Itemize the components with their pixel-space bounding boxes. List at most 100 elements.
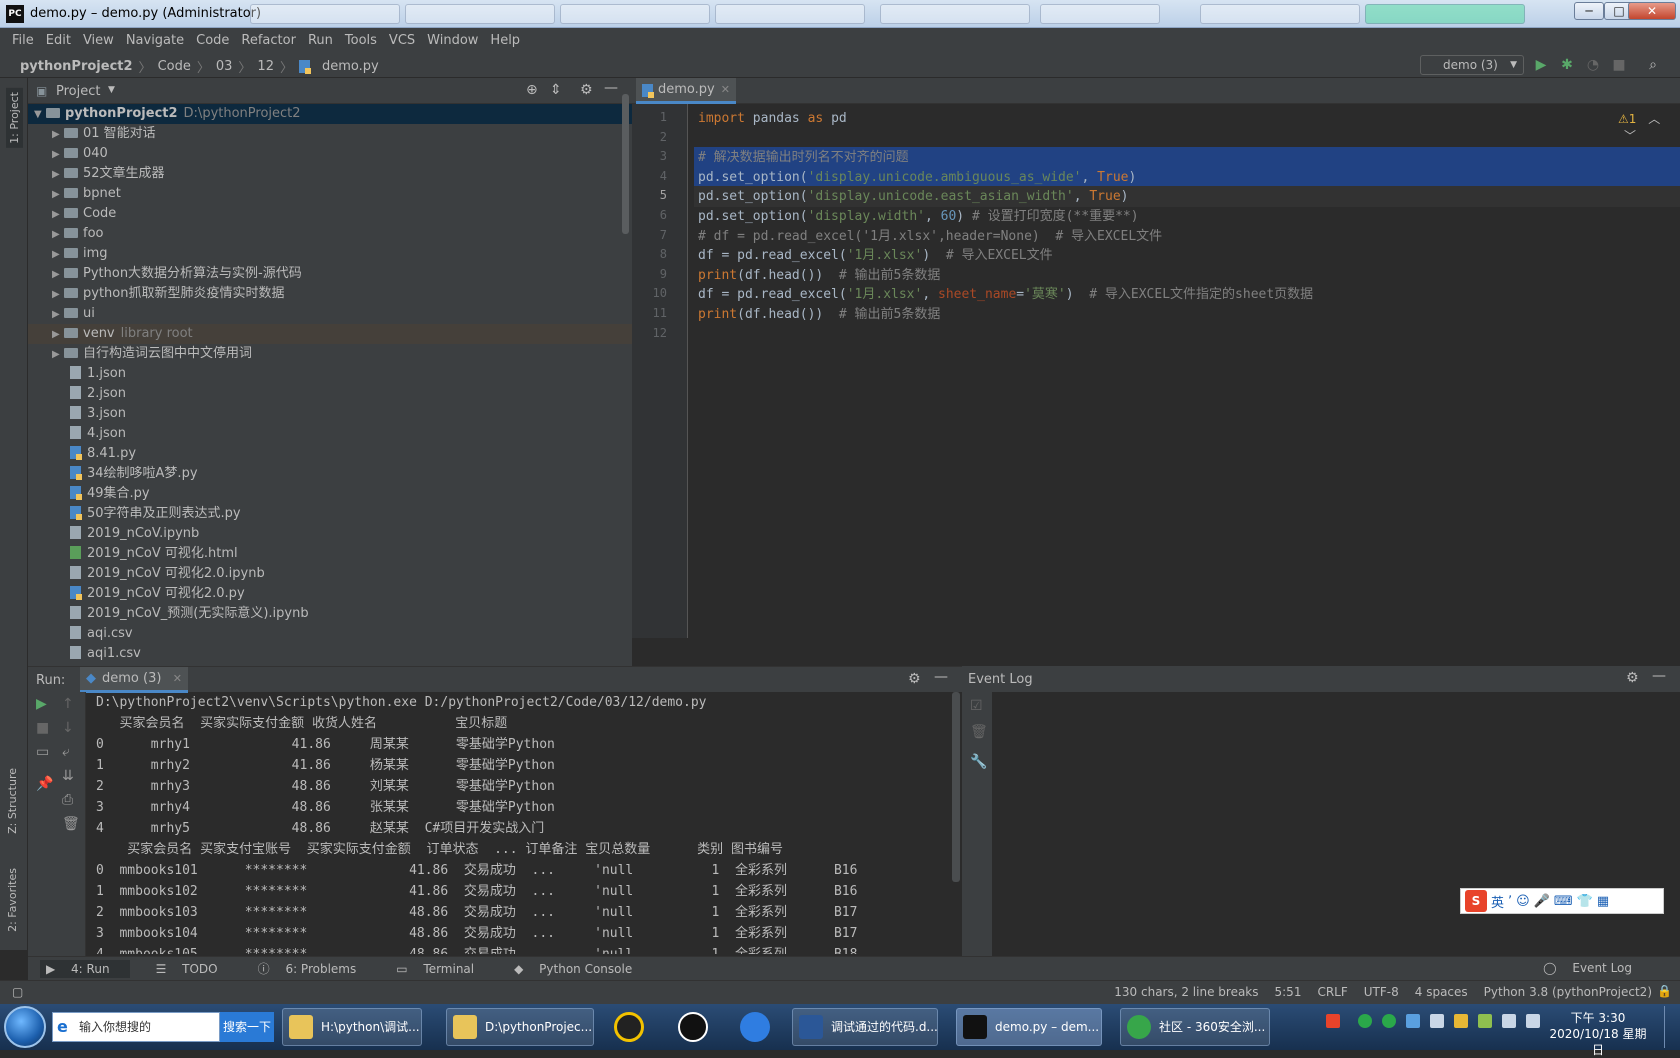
tree-root[interactable]: ▼ pythonProject2 D:\pythonProject2	[28, 104, 632, 124]
tree-file[interactable]: 2019_nCoV.ipynb	[28, 524, 632, 544]
tray-volume-icon[interactable]	[1430, 1014, 1444, 1028]
collapse-all-icon[interactable]: ⇕	[550, 82, 562, 98]
wrench-icon[interactable]: 🔧	[970, 754, 987, 770]
tray-360-icon[interactable]	[1382, 1014, 1396, 1028]
tree-folder[interactable]: ▶ ui	[28, 304, 632, 324]
gear-icon[interactable]: ⚙	[1626, 670, 1639, 686]
taskbar-search-input[interactable]: e 输入你想搜的	[52, 1012, 220, 1042]
mark-read-icon[interactable]: ☑	[970, 698, 983, 714]
hide-panel-icon[interactable]: —	[934, 669, 948, 685]
hide-panel-icon[interactable]: —	[1652, 668, 1666, 684]
tree-folder[interactable]: ▶ 01 智能对话	[28, 124, 632, 144]
taskbar-item-browser[interactable]: 社区 - 360安全浏...	[1120, 1008, 1270, 1046]
tree-folder[interactable]: ▶ foo	[28, 224, 632, 244]
tree-folder[interactable]: ▶ Code	[28, 204, 632, 224]
ime-skin-icon[interactable]: 👕	[1577, 894, 1593, 909]
code-line[interactable]	[694, 128, 1680, 149]
baidu-netdisk-icon[interactable]	[740, 1012, 770, 1042]
code-line[interactable]: # 解决数据输出时列名不对齐的问题	[694, 147, 1680, 169]
chevron-down-icon[interactable]: ﹀	[1624, 129, 1636, 143]
tree-folder-venv[interactable]: ▶ venv library root	[28, 324, 632, 344]
menu-tools[interactable]: Tools	[339, 33, 383, 48]
taskbar-item-pycharm[interactable]: demo.py – dem...	[956, 1008, 1102, 1046]
status-caret-position[interactable]: 5:51	[1275, 985, 1302, 999]
scroll-down-icon[interactable]: ↓	[62, 720, 74, 736]
tree-folder[interactable]: ▶ bpnet	[28, 184, 632, 204]
search-icon[interactable]: ⌕	[1644, 56, 1662, 74]
menu-view[interactable]: View	[77, 33, 120, 48]
ime-emoji-icon[interactable]: ☺	[1516, 894, 1530, 909]
code-line[interactable]: df = pd.read_excel('1月.xlsx', sheet_name…	[694, 284, 1680, 305]
tray-network-icon[interactable]	[1406, 1014, 1420, 1028]
breadcrumb-item[interactable]: 12	[257, 59, 274, 74]
code-line[interactable]: pd.set_option('display.unicode.east_asia…	[694, 186, 1680, 208]
ime-keyboard-icon[interactable]: ⌨	[1554, 894, 1573, 909]
menu-run[interactable]: Run	[302, 33, 339, 48]
code-line[interactable]: pd.set_option('display.unicode.ambiguous…	[694, 166, 1680, 188]
status-indent[interactable]: 4 spaces	[1415, 985, 1468, 999]
hide-panel-icon[interactable]: —	[604, 80, 618, 96]
status-interpreter[interactable]: Python 3.8 (pythonProject2)	[1484, 985, 1652, 999]
tray-security-icon[interactable]	[1454, 1014, 1468, 1028]
breadcrumb-file[interactable]: demo.py	[322, 59, 379, 74]
tree-file[interactable]: 3.json	[28, 404, 632, 424]
menu-file[interactable]: File	[6, 33, 40, 48]
project-scrollbar[interactable]	[622, 94, 629, 234]
taskbar-search-button[interactable]: 搜索一下	[220, 1012, 274, 1042]
code-line[interactable]: pd.set_option('display.width', 60) # 设置打…	[694, 206, 1680, 227]
code-line[interactable]	[694, 324, 1680, 345]
gear-icon[interactable]: ⚙	[580, 82, 593, 98]
scroll-to-end-icon[interactable]: ⇊	[62, 768, 74, 784]
trash-icon[interactable]: 🗑	[62, 816, 80, 832]
tree-folder[interactable]: ▶ 52文章生成器	[28, 164, 632, 184]
tree-folder[interactable]: ▶ 自行构造词云图中中文停用词	[28, 344, 632, 364]
close-tab-icon[interactable]: ✕	[173, 667, 182, 691]
tab-demo-py[interactable]: demo.py ✕	[636, 78, 736, 104]
tab-todo[interactable]: ☰ TODO	[156, 962, 232, 976]
debug-icon[interactable]: ✱	[1558, 56, 1576, 74]
tree-file[interactable]: 2019_nCoV 可视化2.0.ipynb	[28, 564, 632, 584]
menu-window[interactable]: Window	[421, 33, 484, 48]
qq-icon[interactable]	[678, 1012, 708, 1042]
code-line[interactable]: import pandas as pd	[694, 108, 1680, 129]
menu-vcs[interactable]: VCS	[383, 33, 421, 48]
code-line[interactable]: df = pd.read_excel('1月.xlsx') # 导入EXCEL文…	[694, 245, 1680, 266]
tree-file[interactable]: 4.json	[28, 424, 632, 444]
ime-language[interactable]: 英	[1491, 892, 1504, 911]
chevron-up-icon[interactable]: ︿	[1648, 112, 1660, 126]
run-configuration-select[interactable]: demo (3) ▼	[1420, 55, 1524, 75]
app-icon-circle[interactable]	[614, 1012, 644, 1042]
show-desktop-button[interactable]	[1664, 1006, 1678, 1048]
print-icon[interactable]: ⎙	[62, 792, 73, 808]
tab-problems[interactable]: ⓘ 6: Problems	[258, 960, 371, 977]
run-tab[interactable]: ◆ demo (3) ✕	[80, 667, 188, 693]
tree-file[interactable]: aqi1.csv	[28, 644, 632, 664]
code-line[interactable]: print(df.head()) # 输出前5条数据	[694, 304, 1680, 325]
lock-icon[interactable]: 🔒	[1657, 984, 1672, 998]
tray-device-icon[interactable]	[1502, 1014, 1516, 1028]
tab-event-log[interactable]: ◯ Event Log	[1543, 961, 1646, 975]
tree-file[interactable]: aqi.csv	[28, 624, 632, 644]
code-line[interactable]: # df = pd.read_excel('1月.xlsx',header=No…	[694, 226, 1680, 247]
tree-folder[interactable]: ▶ Python大数据分析算法与实例-源代码	[28, 264, 632, 284]
close-button[interactable]: ✕	[1628, 2, 1676, 20]
coverage-icon[interactable]: ◔	[1584, 56, 1602, 74]
tree-file[interactable]: 2019_nCoV_预测(无实际意义).ipynb	[28, 604, 632, 624]
tray-ime-icon[interactable]	[1326, 1014, 1340, 1028]
close-tab-icon[interactable]: ✕	[721, 78, 730, 102]
toggle-tool-windows-icon[interactable]: ▢	[12, 985, 23, 999]
tab-python-console[interactable]: ◆ Python Console	[514, 962, 646, 976]
tab-run[interactable]: ▶ 4: Run	[40, 959, 130, 978]
console-scrollbar[interactable]	[952, 692, 960, 882]
scroll-up-icon[interactable]: ↑	[62, 696, 74, 712]
tree-folder[interactable]: ▶ python抓取新型肺炎疫情实时数据	[28, 284, 632, 304]
layout-icon[interactable]: ▭	[36, 744, 49, 760]
taskbar-clock[interactable]: 下午 3:30 2020/10/18 星期日	[1548, 1010, 1648, 1058]
stop-icon[interactable]: ■	[36, 720, 49, 736]
breadcrumb-project[interactable]: pythonProject2	[20, 59, 133, 74]
breadcrumb-item[interactable]: Code	[158, 59, 191, 74]
tree-folder[interactable]: ▶ img	[28, 244, 632, 264]
menu-navigate[interactable]: Navigate	[120, 33, 190, 48]
tree-file[interactable]: 49集合.py	[28, 484, 632, 504]
tree-file[interactable]: 34绘制哆啦A梦.py	[28, 464, 632, 484]
